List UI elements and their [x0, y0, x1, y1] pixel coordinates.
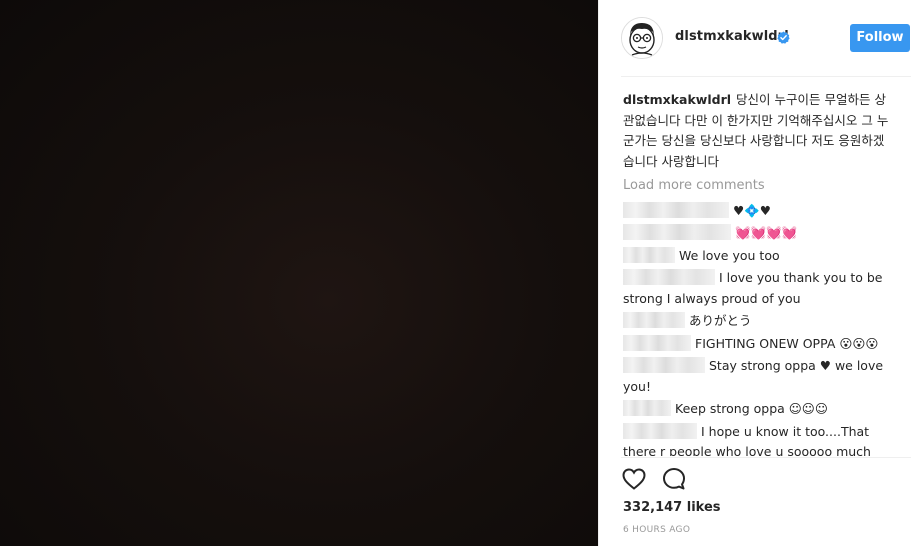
comment-item: Keep strong oppa ☺☺☺ — [623, 399, 893, 420]
likes-count[interactable]: 332,147 likes — [623, 500, 721, 515]
comment-text: ♥💠♥ — [733, 202, 771, 218]
comment-text: ありがとう — [689, 313, 752, 328]
comment-item: We love you too — [623, 246, 893, 267]
blurred-username[interactable] — [623, 357, 705, 373]
actions-divider — [621, 457, 911, 458]
post-username[interactable]: dlstmxkakwldrl — [675, 29, 789, 44]
blurred-username[interactable] — [623, 246, 675, 263]
load-more-comments-link[interactable]: Load more comments — [623, 176, 893, 197]
comment-text: FIGHTING ONEW OPPA 😮😮😮 — [695, 335, 879, 351]
heart-icon[interactable] — [621, 466, 647, 492]
comment-item: I love you thank you to be strong I alwa… — [623, 268, 893, 309]
comment-item: ♥💠♥ — [623, 201, 893, 222]
blurred-username[interactable] — [623, 334, 691, 351]
post-timestamp[interactable]: 6 HOURS AGO — [623, 525, 690, 535]
comment-text: 💓💓💓💓 — [735, 225, 798, 240]
blurred-username[interactable] — [623, 224, 731, 240]
blurred-username[interactable] — [623, 312, 685, 328]
post-header: dlstmxkakwldrl Follow — [599, 0, 917, 76]
caption: dlstmxkakwldrl 당신이 누구이든 무얼하든 상관없습니다 다만 이 … — [623, 90, 893, 172]
header-divider — [621, 76, 911, 77]
comment-item: FIGHTING ONEW OPPA 😮😮😮 — [623, 334, 893, 355]
post-side-panel: dlstmxkakwldrl Follow dlstmxkakwldrl 당신이 … — [598, 0, 917, 546]
comment-item: I hope u know it too....That there r peo… — [623, 422, 893, 456]
comments-list[interactable]: dlstmxkakwldrl 당신이 누구이든 무얼하든 상관없습니다 다만 이 … — [623, 90, 893, 456]
follow-button[interactable]: Follow — [850, 24, 910, 52]
blurred-username[interactable] — [623, 201, 729, 218]
comment-icon[interactable] — [661, 466, 687, 492]
comment-text: We love you too — [679, 247, 780, 263]
post-photo[interactable] — [0, 0, 598, 546]
avatar-cartoon-icon — [622, 18, 662, 58]
avatar[interactable] — [621, 17, 663, 59]
caption-username[interactable]: dlstmxkakwldrl — [623, 92, 731, 107]
verified-badge-icon — [777, 31, 790, 44]
blurred-username[interactable] — [623, 269, 715, 285]
comment-item: 💓💓💓💓 — [623, 223, 893, 244]
comment-item: Stay strong oppa ♥ we love you! — [623, 356, 893, 397]
blurred-username[interactable] — [623, 400, 671, 416]
comment-text: Keep strong oppa ☺☺☺ — [675, 401, 828, 416]
blurred-username[interactable] — [623, 422, 697, 439]
comment-item: ありがとう — [623, 311, 893, 332]
